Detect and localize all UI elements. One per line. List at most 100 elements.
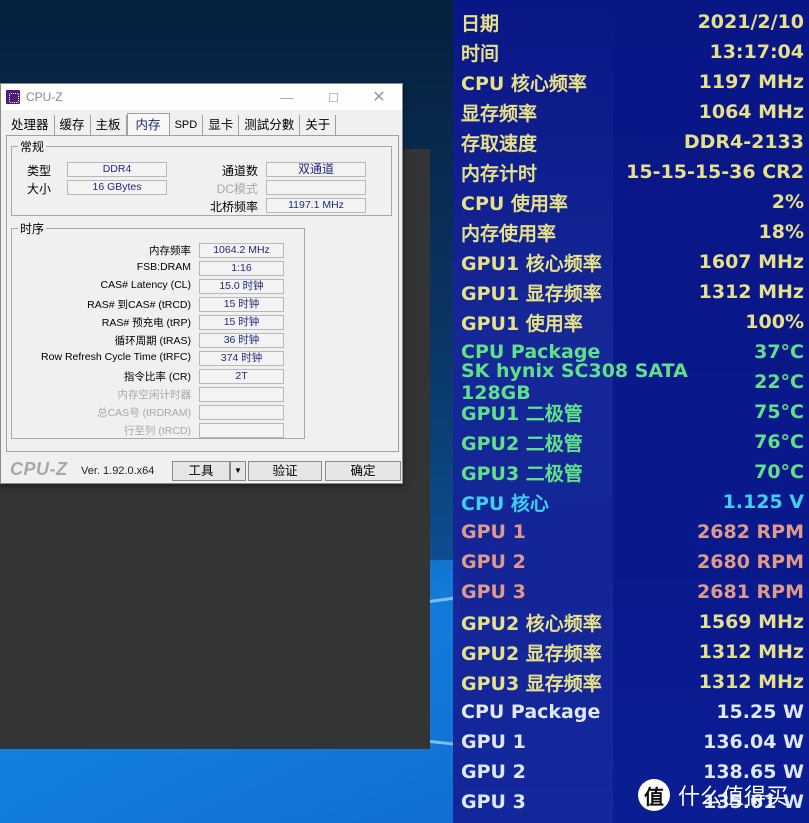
tab-graphics[interactable]: 显卡 bbox=[203, 115, 240, 136]
osd-row: GPU3 显存频率 1312 MHz bbox=[461, 667, 804, 697]
osd-row: CPU 核心频率 1197 MHz bbox=[461, 67, 804, 97]
watermark: 值 什么值得买 bbox=[638, 779, 788, 811]
osd-label: GPU 2 bbox=[461, 551, 526, 573]
timing-value bbox=[199, 405, 284, 420]
timing-label: CAS# Latency (CL) bbox=[100, 279, 191, 291]
tools-dropdown-button[interactable]: ▼ bbox=[230, 461, 246, 481]
timing-value bbox=[199, 423, 284, 438]
osd-value: 1312 MHz bbox=[698, 641, 804, 663]
close-button[interactable]: ✕ bbox=[356, 84, 402, 110]
window-title: CPU-Z bbox=[26, 90, 63, 104]
minimize-icon: — bbox=[280, 89, 294, 105]
osd-row: 时间 13:17:04 bbox=[461, 37, 804, 67]
osd-value: 70°C bbox=[754, 461, 804, 483]
timing-value: 15 时钟 bbox=[199, 315, 284, 330]
ok-button[interactable]: 确定 bbox=[325, 461, 401, 481]
osd-label: CPU 核心 bbox=[461, 492, 549, 515]
timing-value: 36 时钟 bbox=[199, 333, 284, 348]
osd-label: GPU1 二极管 bbox=[461, 402, 583, 425]
dc-mode-value bbox=[266, 180, 366, 195]
general-legend: 常规 bbox=[20, 140, 45, 154]
timing-label: 行至列 (tRCD) bbox=[123, 425, 191, 437]
osd-row: 存取速度 DDR4-2133 bbox=[461, 127, 804, 157]
timing-label: 指令比率 (CR) bbox=[123, 371, 191, 383]
close-icon: ✕ bbox=[372, 89, 386, 106]
osd-label: GPU2 核心频率 bbox=[461, 612, 602, 635]
osd-row: GPU 1 2682 RPM bbox=[461, 517, 804, 547]
tab-spd[interactable]: SPD bbox=[170, 115, 204, 136]
title-bar[interactable]: CPU-Z — ✕ bbox=[1, 84, 402, 110]
memory-tab-panel: 常规 类型 DDR4 大小 16 GBytes 通道数 双通道 DC模式 北桥频… bbox=[6, 135, 399, 452]
cpuz-brand-logo: CPU-Z bbox=[10, 459, 68, 479]
osd-value: 37°C bbox=[754, 341, 804, 363]
channels-value: 双通道 bbox=[266, 162, 366, 177]
osd-label: GPU 2 bbox=[461, 761, 526, 783]
osd-value: 1197 MHz bbox=[698, 71, 804, 93]
osd-row: CPU 使用率 2% bbox=[461, 187, 804, 217]
timing-value: 15.0 时钟 bbox=[199, 279, 284, 294]
osd-label: CPU 核心频率 bbox=[461, 72, 587, 95]
osd-label: 存取速度 bbox=[461, 132, 538, 155]
osd-value: 18% bbox=[758, 221, 804, 243]
bottom-bar: CPU-Z Ver. 1.92.0.x64 工具 ▼ 验证 确定 bbox=[1, 458, 402, 484]
caret-down-icon: ▼ bbox=[234, 466, 242, 475]
osd-label: CPU Package bbox=[461, 701, 601, 723]
tab-memory[interactable]: 内存 bbox=[126, 113, 170, 136]
osd-value: 15-15-15-36 CR2 bbox=[626, 161, 804, 183]
osd-label: GPU 1 bbox=[461, 521, 526, 543]
maximize-button[interactable] bbox=[310, 84, 356, 110]
osd-label: GPU1 使用率 bbox=[461, 312, 583, 335]
osd-row: GPU3 二极管 70°C bbox=[461, 457, 804, 487]
nb-freq-value: 1197.1 MHz bbox=[266, 198, 366, 213]
timing-label: Row Refresh Cycle Time (tRFC) bbox=[41, 351, 191, 363]
osd-value: 1064 MHz bbox=[698, 101, 804, 123]
nb-freq-label: 北桥频率 bbox=[209, 200, 258, 214]
cpuz-app-icon bbox=[6, 90, 20, 104]
tab-about[interactable]: 关于 bbox=[300, 115, 337, 136]
osd-value: 1.125 V bbox=[722, 491, 804, 513]
size-value: 16 GBytes bbox=[67, 180, 167, 195]
osd-row: 内存使用率 18% bbox=[461, 217, 804, 247]
tab-cache[interactable]: 缓存 bbox=[55, 115, 91, 136]
timing-value: 2T bbox=[199, 369, 284, 384]
osd-label: GPU3 显存频率 bbox=[461, 672, 602, 695]
timing-label: 内存空闲计时器 bbox=[117, 389, 192, 401]
timing-value: 1064.2 MHz bbox=[199, 243, 284, 258]
osd-label: GPU1 核心频率 bbox=[461, 252, 602, 275]
size-label: 大小 bbox=[27, 182, 52, 196]
osd-label: CPU 使用率 bbox=[461, 192, 568, 215]
osd-label: 日期 bbox=[461, 12, 500, 35]
osd-row: GPU 1 136.04 W bbox=[461, 727, 804, 757]
osd-row: GPU 3 2681 RPM bbox=[461, 577, 804, 607]
type-label: 类型 bbox=[27, 164, 52, 178]
tab-bench[interactable]: 测試分數 bbox=[239, 115, 301, 136]
general-group: 常规 类型 DDR4 大小 16 GBytes 通道数 双通道 DC模式 北桥频… bbox=[11, 138, 392, 216]
timing-legend: 时序 bbox=[20, 222, 45, 236]
watermark-text: 什么值得买 bbox=[678, 785, 789, 810]
osd-row: GPU2 核心频率 1569 MHz bbox=[461, 607, 804, 637]
maximize-icon bbox=[328, 92, 338, 102]
timing-label: 循环周期 (tRAS) bbox=[114, 335, 191, 347]
type-value: DDR4 bbox=[67, 162, 167, 177]
osd-value: 136.04 W bbox=[703, 731, 804, 753]
osd-label: GPU 3 bbox=[461, 581, 526, 603]
timing-label: RAS# 预充电 (tRP) bbox=[101, 317, 191, 329]
osd-value: 2682 RPM bbox=[697, 521, 804, 543]
validate-button[interactable]: 验证 bbox=[248, 461, 322, 481]
osd-value: 2680 RPM bbox=[697, 551, 804, 573]
osd-value: 2021/2/10 bbox=[697, 11, 804, 33]
tab-processor[interactable]: 处理器 bbox=[6, 115, 55, 136]
osd-label: GPU 3 bbox=[461, 791, 526, 813]
tools-button[interactable]: 工具 bbox=[172, 461, 230, 481]
minimize-button[interactable]: — bbox=[264, 84, 310, 110]
osd-value: 76°C bbox=[754, 431, 804, 453]
tab-bar: 处理器 缓存 主板 内存 SPD 显卡 测試分數 关于 bbox=[6, 113, 337, 136]
osd-value: 22°C bbox=[754, 371, 804, 393]
osd-row: 内存计时 15-15-15-36 CR2 bbox=[461, 157, 804, 187]
cpuz-window: CPU-Z — ✕ 处理器 缓存 主板 内存 SPD 显卡 测試分數 关于 常规… bbox=[0, 83, 403, 484]
osd-row: GPU 2 2680 RPM bbox=[461, 547, 804, 577]
osd-row: SK hynix SC308 SATA 128GB 22°C bbox=[461, 360, 804, 404]
osd-label: GPU2 二极管 bbox=[461, 432, 583, 455]
tab-mainboard[interactable]: 主板 bbox=[91, 115, 127, 136]
osd-label: GPU3 二极管 bbox=[461, 462, 583, 485]
